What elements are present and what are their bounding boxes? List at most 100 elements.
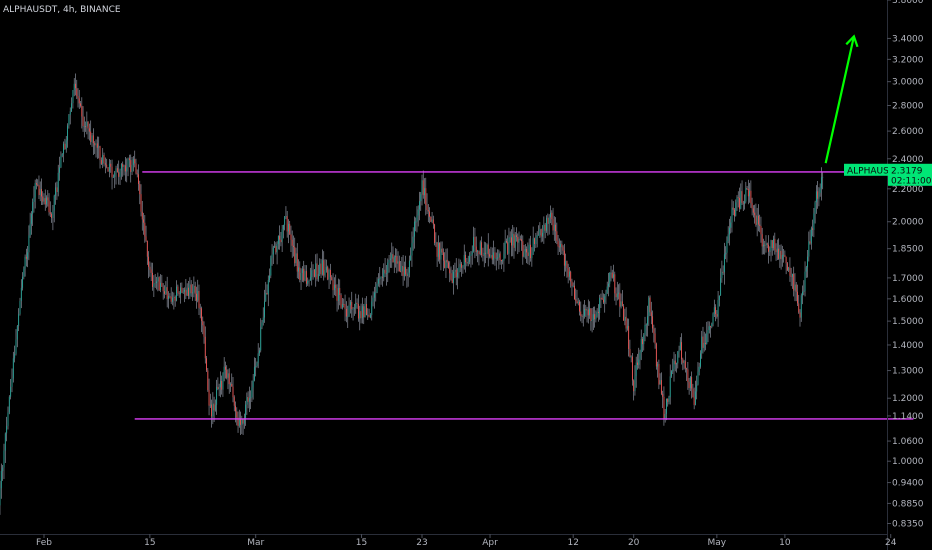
candle — [352, 306, 354, 321]
candle — [706, 321, 708, 345]
candle — [68, 114, 70, 129]
time-tick-label: 12 — [567, 538, 578, 548]
candle — [316, 253, 318, 282]
candle — [482, 247, 484, 262]
candle — [803, 280, 805, 296]
candle — [431, 211, 433, 224]
candle — [218, 383, 220, 397]
candle — [804, 261, 806, 297]
candle — [128, 154, 130, 168]
candle — [509, 231, 511, 243]
candle — [401, 256, 403, 276]
candle — [754, 204, 756, 224]
candle — [221, 375, 223, 395]
price-tag-value: 2.3179 — [891, 166, 923, 176]
price-tick-label: 3.2000 — [892, 55, 924, 65]
candle — [262, 307, 264, 326]
time-tick-label: 10 — [779, 538, 791, 548]
candle — [320, 258, 322, 278]
candle — [717, 290, 719, 327]
candle — [429, 207, 431, 224]
candle — [398, 255, 400, 272]
candle — [595, 310, 597, 323]
candle — [788, 266, 790, 273]
candle — [275, 242, 277, 255]
candle — [618, 284, 620, 300]
candle — [198, 284, 200, 315]
candle — [395, 248, 396, 268]
candle — [810, 226, 812, 250]
candle — [304, 264, 306, 282]
candle — [213, 396, 215, 422]
candle — [48, 193, 50, 216]
candle — [416, 206, 418, 233]
candle — [290, 225, 292, 252]
candle — [420, 191, 422, 211]
candle — [227, 369, 229, 390]
price-tick-label: 2.2000 — [892, 185, 924, 195]
candle — [32, 198, 34, 226]
candle — [633, 379, 635, 401]
candle — [450, 266, 452, 281]
candle — [37, 179, 39, 187]
candle — [688, 378, 690, 395]
candle — [296, 243, 298, 279]
candle — [376, 277, 378, 294]
candle — [162, 283, 164, 300]
candle — [29, 212, 31, 238]
candle — [415, 217, 417, 232]
candle — [153, 275, 155, 298]
candle — [522, 235, 524, 265]
candle — [735, 199, 737, 217]
candle — [540, 228, 542, 243]
candle — [499, 251, 501, 265]
candle — [608, 272, 609, 297]
candle — [669, 364, 671, 405]
price-chart[interactable]: 3.8000 3.4000 3.2000 3.0000 2.8000 2.6000 2.40… — [0, 0, 932, 550]
candle — [769, 246, 771, 256]
candle — [4, 432, 6, 463]
candle — [505, 238, 507, 244]
candle — [625, 307, 627, 333]
candle — [818, 187, 820, 207]
candle — [571, 278, 573, 296]
candle — [581, 314, 583, 324]
candle — [139, 180, 141, 205]
candle — [126, 158, 128, 183]
candle — [277, 235, 279, 250]
candle — [214, 399, 216, 412]
candle — [658, 359, 660, 390]
candle — [193, 276, 195, 298]
candle — [309, 267, 311, 281]
candle — [81, 97, 83, 129]
candle — [122, 161, 124, 177]
candle — [178, 291, 180, 298]
candle — [421, 174, 423, 206]
candle — [143, 212, 144, 235]
candle — [138, 164, 139, 191]
candle — [236, 407, 238, 426]
candle — [341, 297, 343, 310]
candle — [99, 145, 101, 169]
candle — [176, 280, 177, 302]
candle — [494, 247, 496, 266]
candle — [243, 413, 245, 429]
candle — [513, 227, 515, 259]
candle — [650, 301, 652, 325]
candle — [199, 303, 201, 319]
candle — [148, 251, 150, 279]
candle — [86, 111, 88, 135]
candle — [303, 260, 305, 283]
candle — [715, 304, 717, 322]
candle — [285, 206, 287, 220]
candle — [471, 245, 473, 265]
candle — [539, 222, 541, 238]
candle — [242, 419, 244, 435]
candle — [233, 395, 235, 412]
candle — [102, 148, 104, 169]
candle — [652, 310, 654, 333]
candle — [518, 231, 520, 253]
candle — [580, 301, 582, 322]
candle — [317, 264, 319, 282]
price-tick-label: 2.6000 — [892, 127, 924, 137]
